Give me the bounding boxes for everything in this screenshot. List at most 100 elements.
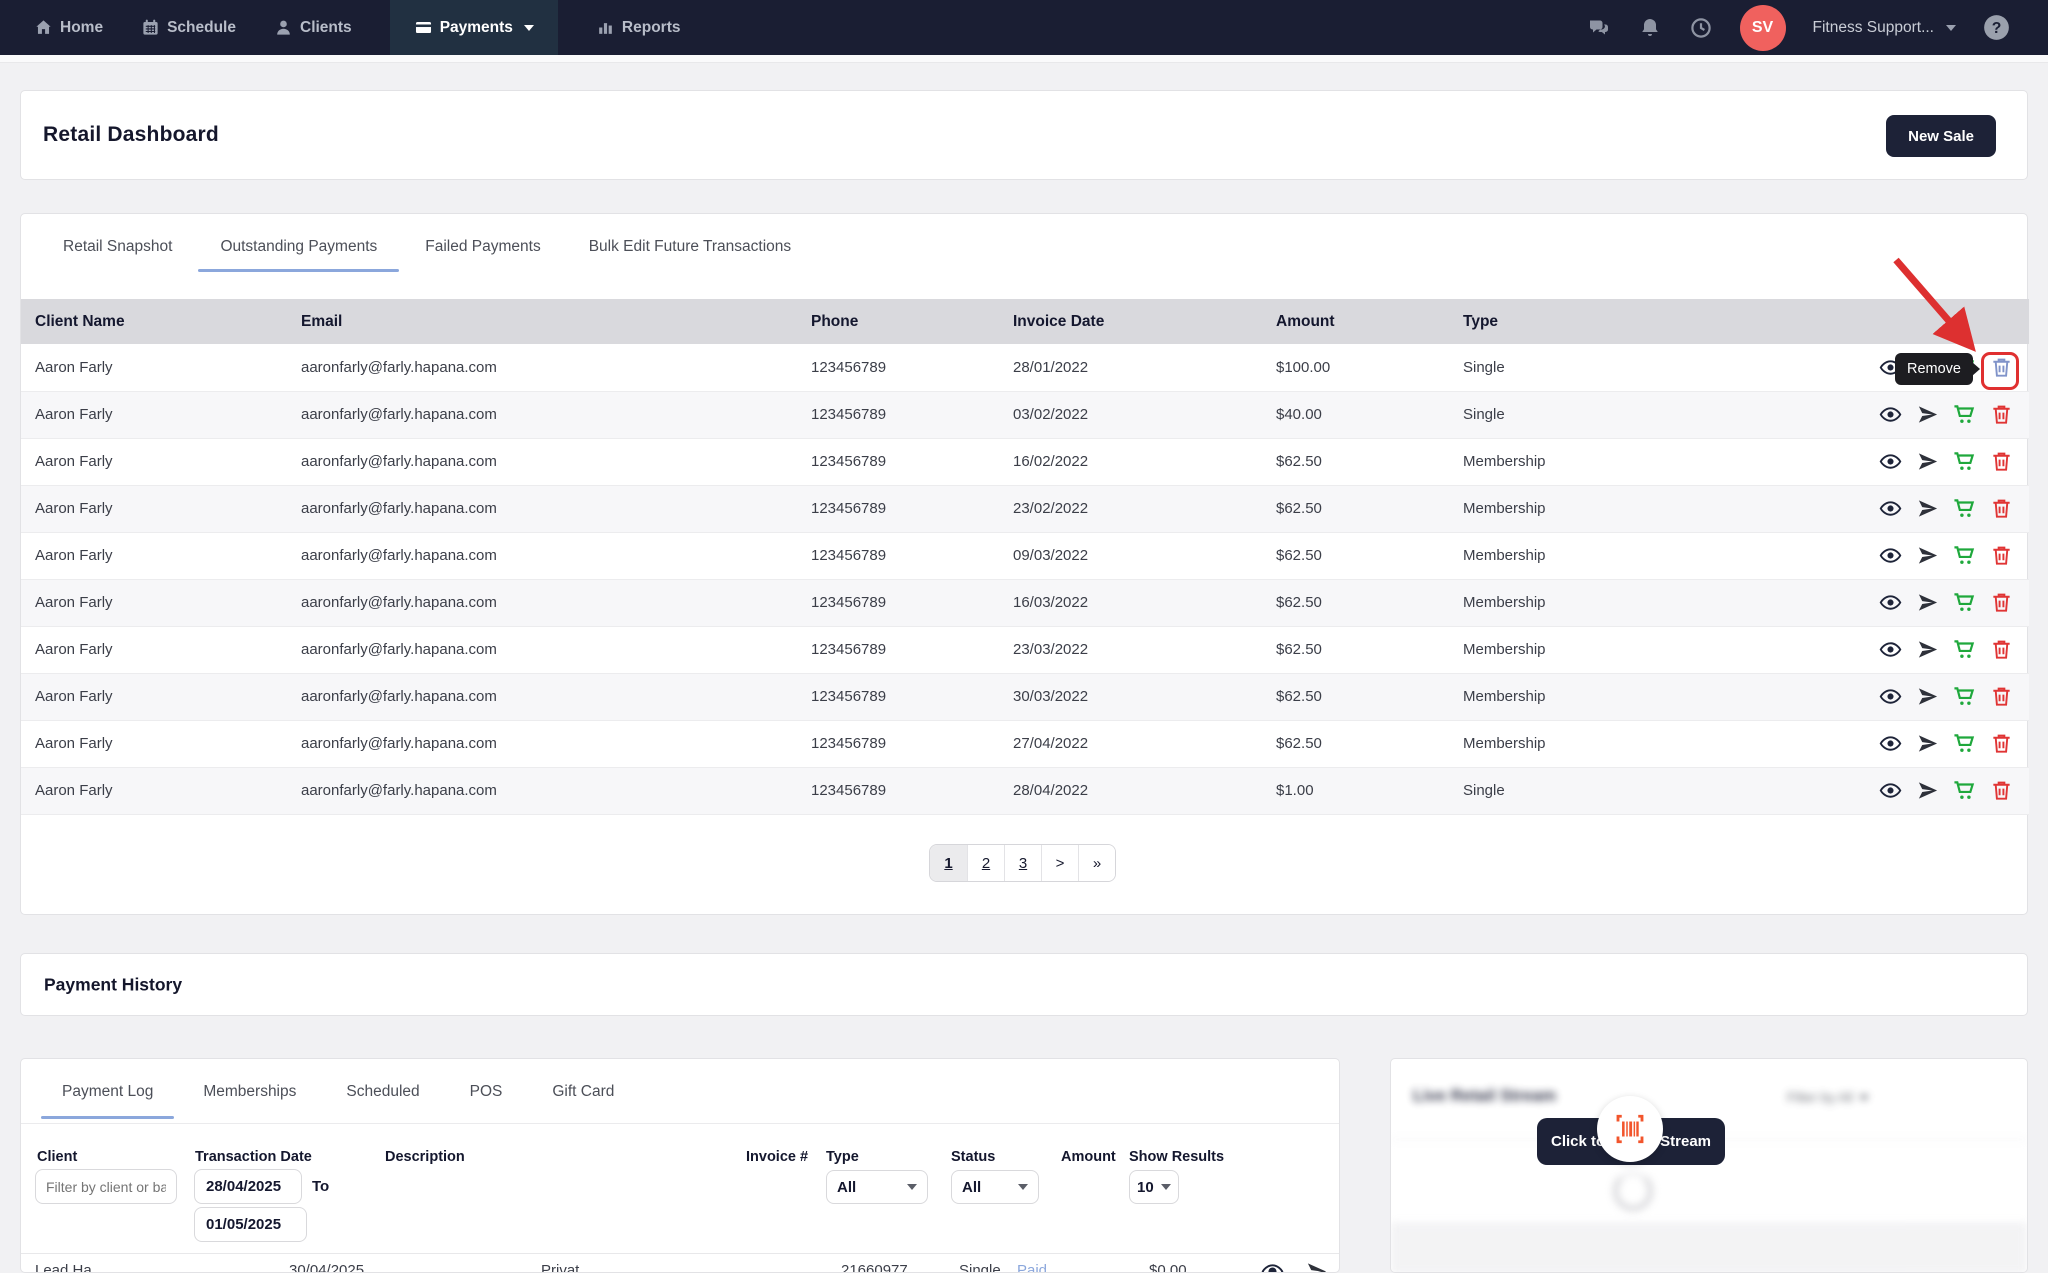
trash-icon[interactable] <box>1990 450 2013 473</box>
view-icon[interactable] <box>1879 403 1902 426</box>
show-results-select[interactable]: 10 <box>1129 1170 1179 1204</box>
log-row-status-link[interactable]: Paid <box>1017 1262 1047 1272</box>
cart-icon[interactable] <box>1953 638 1976 661</box>
cart-icon[interactable] <box>1953 403 1976 426</box>
cell-amount: $40.00 <box>1276 391 1463 439</box>
tab-gift-card[interactable]: Gift Card <box>531 1075 635 1119</box>
cell-email: aaronfarly@farly.hapana.com <box>301 720 811 768</box>
cell-client-name: Aaron Farly <box>21 767 301 815</box>
cell-invoice-date: 28/04/2022 <box>1013 767 1276 815</box>
send-icon[interactable] <box>1916 685 1939 708</box>
view-icon[interactable] <box>1879 544 1902 567</box>
nav-item-clients[interactable]: Clients <box>274 0 352 55</box>
cell-invoice-date: 16/03/2022 <box>1013 579 1276 627</box>
chat-icon[interactable] <box>1587 16 1611 40</box>
tab-retail-snapshot[interactable]: Retail Snapshot <box>41 232 194 272</box>
send-icon[interactable] <box>1916 638 1939 661</box>
send-icon[interactable] <box>1916 450 1939 473</box>
send-icon[interactable] <box>1916 779 1939 802</box>
trash-icon[interactable] <box>1990 685 2013 708</box>
view-icon[interactable] <box>1879 450 1902 473</box>
trash-icon[interactable] <box>1990 779 2013 802</box>
view-icon[interactable] <box>1879 591 1902 614</box>
cell-phone: 123456789 <box>811 626 1013 674</box>
chevron-down-icon <box>907 1184 917 1190</box>
send-icon[interactable] <box>1916 544 1939 567</box>
cart-icon[interactable] <box>1953 732 1976 755</box>
send-icon[interactable] <box>1916 732 1939 755</box>
remove-tooltip: Remove <box>1895 353 1973 385</box>
view-icon[interactable] <box>1879 732 1902 755</box>
description-label: Description <box>385 1149 465 1165</box>
pagination: 1 2 3 >» <box>929 844 1116 882</box>
trash-icon[interactable] <box>1990 497 2013 520</box>
cart-icon[interactable] <box>1953 497 1976 520</box>
date-to-input[interactable]: 01/05/2025 <box>194 1207 307 1242</box>
date-from-input[interactable]: 28/04/2025 <box>194 1169 302 1204</box>
page-button->[interactable]: > <box>1041 845 1078 881</box>
cart-icon[interactable] <box>1953 779 1976 802</box>
stream-button-suffix: Stream <box>1660 1133 1711 1150</box>
view-icon[interactable] <box>1879 638 1902 661</box>
view-icon[interactable] <box>1879 497 1902 520</box>
chevron-down-icon <box>1018 1184 1028 1190</box>
cell-email: aaronfarly@farly.hapana.com <box>301 626 811 674</box>
payment-history-title: Payment History <box>44 974 183 994</box>
page-button-»[interactable]: » <box>1078 845 1115 881</box>
view-icon[interactable] <box>1879 779 1902 802</box>
page-button-2[interactable]: 2 <box>967 845 1004 881</box>
row-actions <box>1787 450 2029 473</box>
send-icon[interactable] <box>1916 591 1939 614</box>
date-to-label: To <box>312 1178 330 1195</box>
bar-chart-icon <box>599 23 612 34</box>
cell-client-name: Aaron Farly <box>21 391 301 439</box>
tab-scheduled[interactable]: Scheduled <box>325 1075 440 1119</box>
bell-icon[interactable] <box>1638 16 1662 40</box>
tab-memberships[interactable]: Memberships <box>182 1075 317 1119</box>
page-button-1[interactable]: 1 <box>930 845 967 881</box>
tab-pos[interactable]: POS <box>449 1075 524 1119</box>
barcode-scan-icon[interactable] <box>1597 1096 1663 1162</box>
trash-icon[interactable] <box>1990 732 2013 755</box>
tab-failed-payments[interactable]: Failed Payments <box>403 232 562 272</box>
type-select[interactable]: All <box>826 1170 928 1204</box>
live-stream-filter-label: Filter by All <box>1786 1090 1853 1105</box>
cart-icon[interactable] <box>1953 544 1976 567</box>
status-select[interactable]: All <box>951 1170 1039 1204</box>
nav-item-payments[interactable]: Payments <box>389 0 558 55</box>
trash-icon[interactable] <box>1990 638 2013 661</box>
tab-payment-log[interactable]: Payment Log <box>41 1075 175 1119</box>
tab-outstanding-payments[interactable]: Outstanding Payments <box>198 232 400 272</box>
table-row: Aaron Farly aaronfarly@farly.hapana.com 12… <box>21 485 2029 533</box>
nav-item-reports[interactable]: Reports <box>596 0 681 55</box>
table-row: Aaron Farly aaronfarly@farly.hapana.com 12… <box>21 532 2029 580</box>
cell-invoice-date: 30/03/2022 <box>1013 673 1276 721</box>
retail-dashboard-screen: Home Schedule Clients Payments Reports S… <box>0 0 2048 1273</box>
home-icon <box>36 20 51 34</box>
trash-icon[interactable] <box>1990 544 2013 567</box>
cart-icon[interactable] <box>1953 450 1976 473</box>
client-filter-input[interactable] <box>35 1169 177 1204</box>
view-icon[interactable] <box>1879 685 1902 708</box>
send-icon[interactable] <box>1916 403 1939 426</box>
page-button-3[interactable]: 3 <box>1004 845 1041 881</box>
cell-phone: 123456789 <box>811 767 1013 815</box>
trash-icon[interactable] <box>1990 403 2013 426</box>
avatar[interactable]: SV <box>1739 4 1786 51</box>
user-menu[interactable]: Fitness Support... <box>1813 19 1956 37</box>
cart-icon[interactable] <box>1953 591 1976 614</box>
tab-bulk-edit[interactable]: Bulk Edit Future Transactions <box>567 232 813 272</box>
nav-item-home[interactable]: Home <box>34 0 103 55</box>
retail-tabs: Retail Snapshot Outstanding Payments Fai… <box>41 232 813 272</box>
payment-log-card: Payment Log Memberships Scheduled POS Gi… <box>20 1058 1340 1273</box>
new-sale-button[interactable]: New Sale <box>1886 115 1996 157</box>
nav-item-schedule[interactable]: Schedule <box>141 0 236 55</box>
help-icon[interactable]: ? <box>1983 14 2010 41</box>
clock-icon[interactable] <box>1689 16 1713 40</box>
send-icon[interactable] <box>1305 1260 1328 1272</box>
send-icon[interactable] <box>1916 497 1939 520</box>
trash-icon[interactable] <box>1990 591 2013 614</box>
table-row: Aaron Farly aaronfarly@farly.hapana.com 12… <box>21 626 2029 674</box>
cart-icon[interactable] <box>1953 685 1976 708</box>
view-icon[interactable] <box>1261 1260 1284 1272</box>
